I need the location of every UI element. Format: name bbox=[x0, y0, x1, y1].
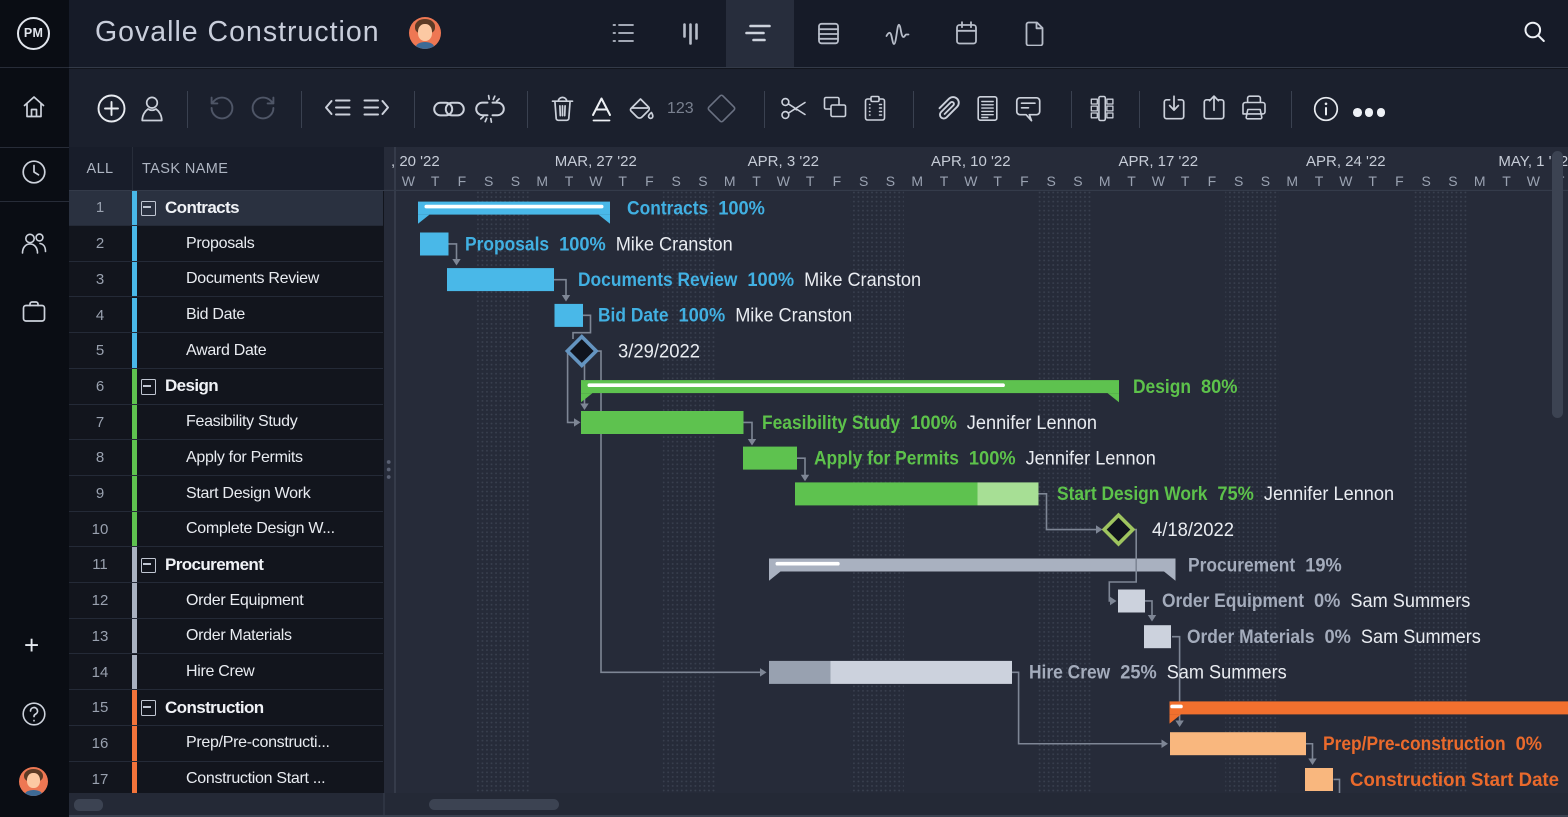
svg-text:80%: 80% bbox=[1201, 377, 1238, 398]
svg-text:S: S bbox=[1047, 173, 1056, 189]
svg-text:Sam Summers: Sam Summers bbox=[1361, 627, 1481, 648]
svg-text:T: T bbox=[1127, 173, 1136, 189]
svg-text:F: F bbox=[833, 173, 842, 189]
svg-text:W: W bbox=[777, 173, 791, 189]
svg-text:T: T bbox=[618, 173, 627, 189]
svg-text:S: S bbox=[1448, 173, 1457, 189]
svg-text:T: T bbox=[940, 173, 949, 189]
svg-text:M: M bbox=[911, 173, 923, 189]
svg-text:F: F bbox=[458, 173, 467, 189]
svg-text:Bid Date: Bid Date bbox=[598, 306, 669, 327]
svg-text:Construction Start Date: Construction Start Date bbox=[1350, 770, 1559, 791]
svg-text:Prep/Pre-construction: Prep/Pre-construction bbox=[1323, 734, 1506, 755]
svg-text:M: M bbox=[1099, 173, 1111, 189]
svg-text:MAR, 27 '22: MAR, 27 '22 bbox=[555, 153, 637, 170]
svg-text:W: W bbox=[1339, 173, 1353, 189]
svg-text:Order Equipment: Order Equipment bbox=[1162, 591, 1305, 612]
svg-text:25%: 25% bbox=[1120, 663, 1157, 684]
svg-text:T: T bbox=[806, 173, 815, 189]
svg-text:T: T bbox=[993, 173, 1002, 189]
svg-text:, 20 '22: , 20 '22 bbox=[391, 153, 440, 170]
svg-text:0%: 0% bbox=[1314, 591, 1340, 612]
svg-text:M: M bbox=[536, 173, 548, 189]
svg-text:M: M bbox=[1286, 173, 1298, 189]
svg-text:Mike Cranston: Mike Cranston bbox=[804, 270, 921, 291]
svg-text:3/29/2022: 3/29/2022 bbox=[618, 341, 700, 362]
svg-text:Sam Summers: Sam Summers bbox=[1167, 663, 1287, 684]
svg-text:S: S bbox=[484, 173, 493, 189]
svg-text:W: W bbox=[589, 173, 603, 189]
svg-text:APR, 10 '22: APR, 10 '22 bbox=[931, 153, 1011, 170]
svg-text:W: W bbox=[1152, 173, 1166, 189]
svg-text:S: S bbox=[1261, 173, 1270, 189]
svg-text:Jennifer Lennon: Jennifer Lennon bbox=[1026, 448, 1156, 469]
svg-text:0%: 0% bbox=[1325, 627, 1351, 648]
svg-text:Procurement: Procurement bbox=[1188, 556, 1296, 577]
svg-text:Design: Design bbox=[1133, 377, 1191, 398]
svg-text:APR, 17 '22: APR, 17 '22 bbox=[1119, 153, 1199, 170]
svg-text:S: S bbox=[859, 173, 868, 189]
svg-text:Jennifer Lennon: Jennifer Lennon bbox=[967, 413, 1097, 434]
svg-text:T: T bbox=[431, 173, 440, 189]
svg-text:Mike Cranston: Mike Cranston bbox=[616, 234, 733, 255]
svg-text:S: S bbox=[511, 173, 520, 189]
svg-text:Start Design Work: Start Design Work bbox=[1057, 484, 1208, 505]
svg-text:F: F bbox=[1395, 173, 1404, 189]
svg-text:W: W bbox=[964, 173, 978, 189]
svg-text:100%: 100% bbox=[910, 413, 957, 434]
svg-text:Documents Review: Documents Review bbox=[578, 270, 738, 291]
svg-text:T: T bbox=[565, 173, 574, 189]
svg-text:Contracts: Contracts bbox=[627, 199, 708, 220]
svg-text:F: F bbox=[1020, 173, 1029, 189]
svg-text:Order Materials: Order Materials bbox=[1187, 627, 1315, 648]
svg-text:Hire Crew: Hire Crew bbox=[1029, 663, 1110, 684]
svg-text:Proposals: Proposals bbox=[465, 234, 549, 255]
svg-text:0%: 0% bbox=[1516, 734, 1542, 755]
svg-text:S: S bbox=[672, 173, 681, 189]
svg-text:APR, 3 '22: APR, 3 '22 bbox=[748, 153, 819, 170]
svg-text:100%: 100% bbox=[679, 306, 726, 327]
svg-text:T: T bbox=[1502, 173, 1511, 189]
svg-text:T: T bbox=[1181, 173, 1190, 189]
svg-text:100%: 100% bbox=[559, 234, 606, 255]
svg-text:100%: 100% bbox=[718, 199, 765, 220]
svg-text:T: T bbox=[1315, 173, 1324, 189]
svg-text:F: F bbox=[645, 173, 654, 189]
svg-text:S: S bbox=[1073, 173, 1082, 189]
svg-text:APR, 24 '22: APR, 24 '22 bbox=[1306, 153, 1386, 170]
svg-text:S: S bbox=[886, 173, 895, 189]
svg-text:F: F bbox=[1208, 173, 1217, 189]
svg-text:S: S bbox=[698, 173, 707, 189]
svg-text:W: W bbox=[1527, 173, 1541, 189]
svg-text:75%: 75% bbox=[1217, 484, 1254, 505]
svg-text:Mike Cranston: Mike Cranston bbox=[735, 306, 852, 327]
svg-text:19%: 19% bbox=[1305, 556, 1342, 577]
svg-text:100%: 100% bbox=[747, 270, 794, 291]
svg-text:S: S bbox=[1422, 173, 1431, 189]
svg-text:4/18/2022: 4/18/2022 bbox=[1152, 520, 1234, 541]
svg-text:T: T bbox=[1368, 173, 1377, 189]
svg-text:Feasibility Study: Feasibility Study bbox=[762, 413, 901, 434]
svg-text:Sam Summers: Sam Summers bbox=[1350, 591, 1470, 612]
svg-text:W: W bbox=[402, 173, 416, 189]
svg-text:Jennifer Lennon: Jennifer Lennon bbox=[1264, 484, 1394, 505]
svg-text:100%: 100% bbox=[969, 448, 1016, 469]
svg-text:Apply for Permits: Apply for Permits bbox=[814, 448, 959, 469]
svg-text:M: M bbox=[724, 173, 736, 189]
svg-text:S: S bbox=[1234, 173, 1243, 189]
svg-text:T: T bbox=[752, 173, 761, 189]
svg-text:M: M bbox=[1474, 173, 1486, 189]
